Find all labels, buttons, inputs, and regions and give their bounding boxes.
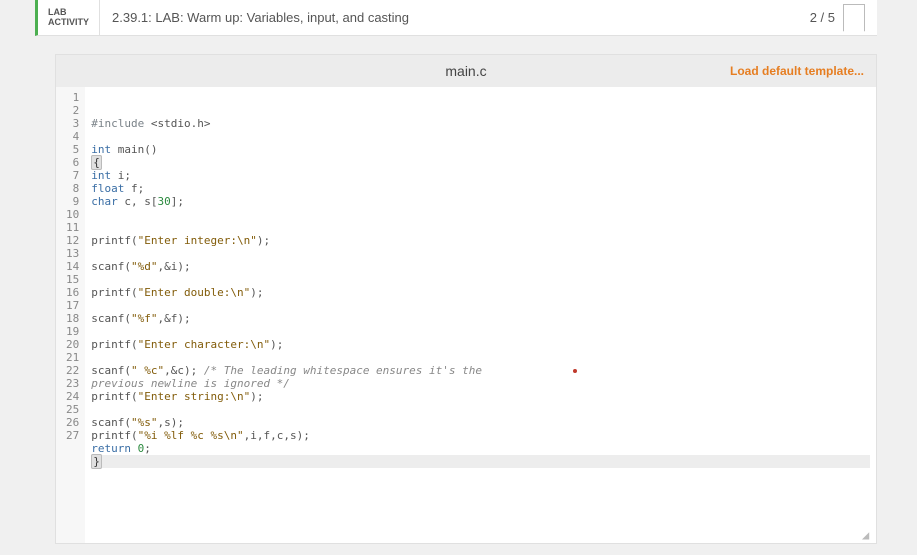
line-number: 27: [66, 429, 79, 442]
code-line[interactable]: [91, 221, 870, 234]
lab-activity-label: LAB ACTIVITY: [38, 0, 100, 35]
code-line[interactable]: printf("Enter string:\n");: [91, 390, 870, 403]
code-line[interactable]: {: [91, 156, 870, 169]
editor-header: main.c Load default template...: [56, 55, 876, 87]
line-number: 8: [66, 182, 79, 195]
code-line[interactable]: previous newline is ignored */: [91, 377, 870, 390]
bookmark-icon[interactable]: [843, 4, 865, 32]
line-number: 26: [66, 416, 79, 429]
code-area[interactable]: #include <stdio.h> int main(){int i;float…: [85, 87, 876, 543]
line-number: 22: [66, 364, 79, 377]
code-line[interactable]: scanf(" %c",&c); /* The leading whitespa…: [91, 364, 870, 377]
code-line[interactable]: scanf("%d",&i);: [91, 260, 870, 273]
line-number: 21: [66, 351, 79, 364]
code-line[interactable]: int main(): [91, 143, 870, 156]
editor-body[interactable]: 1234567891011121314151617181920212223242…: [56, 87, 876, 543]
line-number: 1: [66, 91, 79, 104]
code-editor: main.c Load default template... 12345678…: [55, 54, 877, 544]
lab-label-2: ACTIVITY: [48, 18, 89, 28]
code-line[interactable]: [91, 351, 870, 364]
line-number: 24: [66, 390, 79, 403]
line-number: 19: [66, 325, 79, 338]
code-line[interactable]: [91, 325, 870, 338]
lab-header: LAB ACTIVITY 2.39.1: LAB: Warm up: Varia…: [35, 0, 877, 36]
code-line[interactable]: printf("Enter double:\n");: [91, 286, 870, 299]
code-line[interactable]: [91, 299, 870, 312]
line-number: 4: [66, 130, 79, 143]
code-line[interactable]: int i;: [91, 169, 870, 182]
code-line[interactable]: [91, 130, 870, 143]
line-number: 13: [66, 247, 79, 260]
line-number: 5: [66, 143, 79, 156]
line-number: 7: [66, 169, 79, 182]
line-number: 10: [66, 208, 79, 221]
line-number: 20: [66, 338, 79, 351]
line-number: 11: [66, 221, 79, 234]
line-number: 16: [66, 286, 79, 299]
line-number: 12: [66, 234, 79, 247]
code-line[interactable]: scanf("%s",s);: [91, 416, 870, 429]
line-number: 25: [66, 403, 79, 416]
filename-label: main.c: [445, 63, 486, 79]
code-line[interactable]: char c, s[30];: [91, 195, 870, 208]
line-number: 15: [66, 273, 79, 286]
code-line[interactable]: scanf("%f",&f);: [91, 312, 870, 325]
line-number-gutter: 1234567891011121314151617181920212223242…: [56, 87, 85, 543]
lab-title: 2.39.1: LAB: Warm up: Variables, input, …: [100, 10, 810, 25]
code-line[interactable]: return 0;: [91, 442, 870, 455]
line-number: 23: [66, 377, 79, 390]
code-line[interactable]: [91, 247, 870, 260]
code-line[interactable]: [91, 208, 870, 221]
score-display: 2 / 5: [810, 10, 835, 25]
code-line[interactable]: #include <stdio.h>: [91, 117, 870, 130]
code-line[interactable]: printf("Enter integer:\n");: [91, 234, 870, 247]
line-number: 6: [66, 156, 79, 169]
code-line[interactable]: printf("Enter character:\n");: [91, 338, 870, 351]
code-line[interactable]: [91, 403, 870, 416]
line-number: 2: [66, 104, 79, 117]
line-number: 18: [66, 312, 79, 325]
code-line[interactable]: [91, 273, 870, 286]
load-default-template-link[interactable]: Load default template...: [730, 64, 864, 78]
line-number: 3: [66, 117, 79, 130]
line-number: 17: [66, 299, 79, 312]
code-line[interactable]: printf("%i %lf %c %s\n",i,f,c,s);: [91, 429, 870, 442]
code-line[interactable]: float f;: [91, 182, 870, 195]
code-line[interactable]: }: [91, 455, 870, 468]
line-number: 14: [66, 260, 79, 273]
resize-grip-icon[interactable]: ◢: [862, 529, 874, 541]
line-number: 9: [66, 195, 79, 208]
